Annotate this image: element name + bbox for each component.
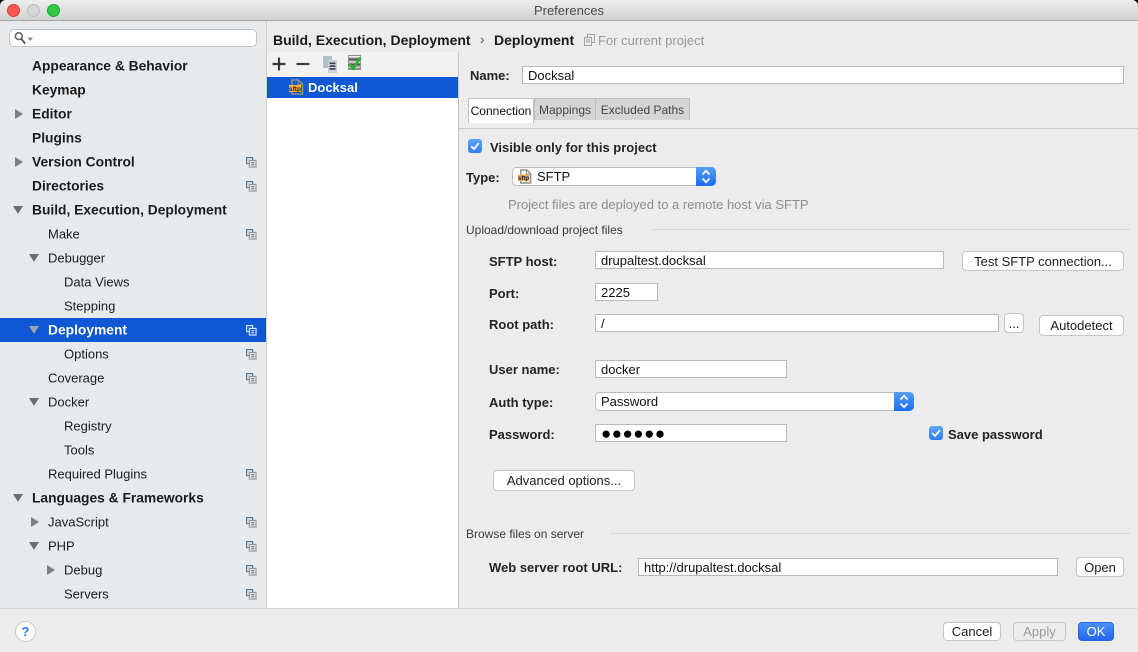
svg-text:sftp: sftp	[289, 86, 301, 93]
svg-text:sftp: sftp	[518, 176, 529, 182]
